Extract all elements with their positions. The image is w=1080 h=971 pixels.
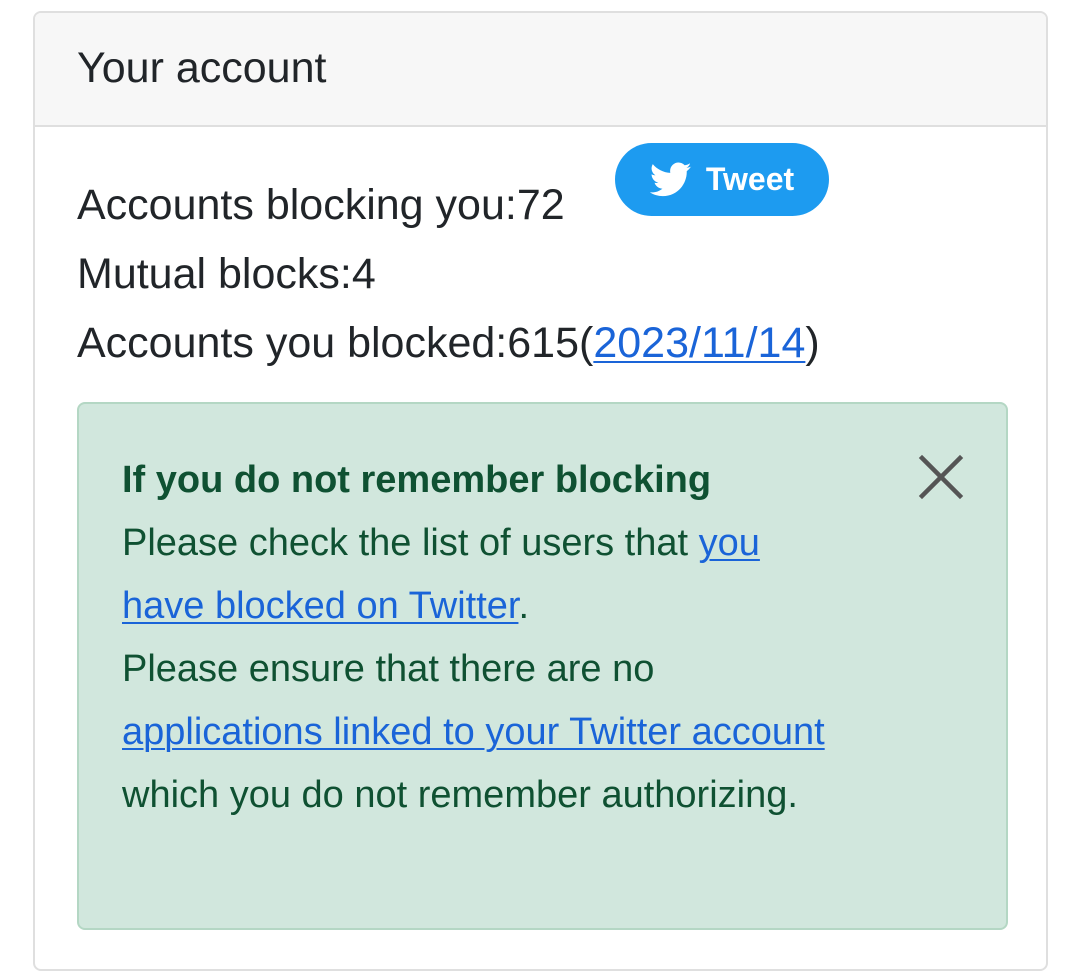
- linked-apps-link[interactable]: applications linked to your Twitter acco…: [122, 711, 825, 753]
- close-icon[interactable]: [918, 454, 964, 500]
- alert-heading: If you do not remember blocking: [122, 459, 712, 501]
- stat-mutual: Mutual blocks: 4: [77, 240, 820, 309]
- alert-line2-text: Please ensure that there are no: [122, 648, 655, 690]
- card-title: Your account: [77, 43, 327, 92]
- stat-mutual-count: 4: [351, 250, 376, 298]
- blocked-date-link[interactable]: 2023/11/14: [593, 309, 805, 378]
- info-alert: If you do not remember blocking Please c…: [77, 402, 1008, 930]
- stat-blocking-you-label: Accounts blocking you:: [77, 181, 517, 229]
- stat-blocking-you: Accounts blocking you: 72 Tweet: [77, 143, 829, 240]
- alert-line2-end: which you do not remember authorizing.: [122, 774, 798, 816]
- tweet-button[interactable]: Tweet: [615, 143, 829, 216]
- stat-you-blocked: Accounts you blocked: 615(2023/11/14): [77, 309, 820, 378]
- account-card: Your account Accounts blocking you: 72 Tw…: [33, 11, 1048, 971]
- close-paren: ): [805, 319, 820, 367]
- alert-line1-text: Please check the list of users that: [122, 522, 699, 564]
- alert-paragraph-2: Please ensure that there are no applicat…: [122, 638, 842, 827]
- open-paren: (: [579, 319, 594, 367]
- stats-block: Accounts blocking you: 72 Tweet Mutual bl…: [77, 143, 829, 378]
- twitter-bird-icon: [649, 162, 692, 196]
- alert-paragraph-1: Please check the list of users that you …: [122, 512, 842, 638]
- stat-you-blocked-count: 615: [507, 319, 580, 367]
- stat-blocking-you-count: 72: [516, 181, 565, 229]
- card-header: Your account: [35, 13, 1046, 127]
- stat-mutual-label: Mutual blocks:: [77, 250, 352, 298]
- stat-you-blocked-label: Accounts you blocked:: [77, 319, 508, 367]
- tweet-button-label: Tweet: [705, 161, 795, 197]
- alert-line1-end: .: [518, 585, 530, 627]
